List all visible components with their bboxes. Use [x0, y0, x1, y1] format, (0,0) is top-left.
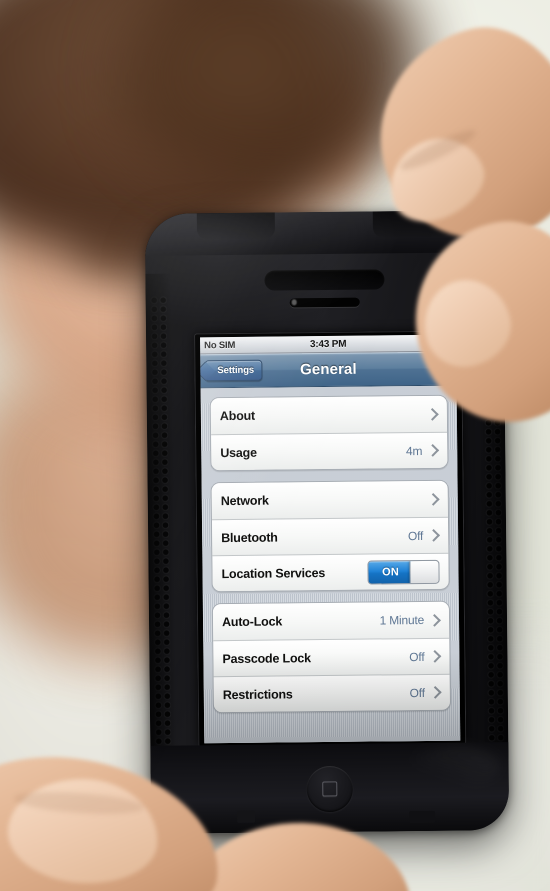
screen-bezel: No SIM 3:43 PM Settings General About Us… — [194, 330, 467, 748]
row-accessory — [422, 407, 439, 421]
settings-group-security: Auto-Lock 1 Minute Passcode Lock Off Res… — [211, 600, 451, 714]
navigation-bar: Settings General — [200, 351, 457, 389]
row-bluetooth[interactable]: Bluetooth Off — [211, 516, 449, 556]
phone-screen: No SIM 3:43 PM Settings General About Us… — [200, 334, 461, 744]
row-value: Off — [409, 649, 425, 664]
row-accessory: Off — [407, 528, 441, 543]
case-notch-left — [196, 212, 276, 240]
row-accessory: 1 Minute — [379, 612, 441, 628]
row-usage[interactable]: Usage 4m — [211, 431, 448, 471]
chevron-right-icon — [428, 613, 441, 627]
row-label: Network — [220, 493, 269, 509]
earpiece-speaker-icon — [289, 297, 360, 308]
settings-group-connectivity: Network Bluetooth Off Location Services … — [210, 479, 450, 593]
case-bottom — [150, 742, 510, 834]
toggle-knob[interactable] — [409, 560, 439, 583]
earpiece-cutout — [264, 269, 385, 291]
chevron-right-icon — [427, 529, 441, 542]
case-edge-shadow-left — [145, 273, 177, 774]
row-auto-lock[interactable]: Auto-Lock 1 Minute — [212, 601, 450, 641]
row-location-services[interactable]: Location Services ON — [212, 552, 449, 592]
row-passcode-lock[interactable]: Passcode Lock Off — [213, 637, 450, 677]
home-square-icon — [322, 781, 338, 797]
row-value: Off — [409, 685, 425, 700]
row-restrictions[interactable]: Restrictions Off — [213, 673, 450, 713]
photo-scene: No SIM 3:43 PM Settings General About Us… — [0, 0, 550, 891]
settings-group-info: About Usage 4m — [209, 394, 449, 472]
row-accessory: Off — [409, 649, 442, 664]
row-label: Bluetooth — [221, 530, 278, 545]
chevron-right-icon — [428, 650, 442, 663]
row-value: Off — [407, 528, 424, 543]
row-accessory: 4m — [405, 443, 440, 458]
row-about[interactable]: About — [210, 395, 448, 435]
back-button-label: Settings — [217, 364, 255, 377]
case-bottom-nub-left — [237, 810, 256, 823]
row-value: 1 Minute — [379, 612, 425, 628]
row-accessory — [423, 492, 440, 506]
case-bottom-highlight — [408, 746, 499, 788]
chevron-right-icon — [426, 492, 440, 506]
page-title: General — [300, 360, 357, 379]
location-services-toggle[interactable]: ON — [367, 559, 440, 585]
back-button-settings[interactable]: Settings — [205, 359, 263, 382]
case-bottom-nub-right — [409, 810, 436, 824]
chevron-right-icon — [428, 686, 442, 699]
toggle-on-segment: ON — [368, 560, 413, 584]
row-label: Restrictions — [222, 686, 293, 702]
row-label: Usage — [220, 445, 257, 460]
toggle-state-label: ON — [382, 565, 400, 578]
row-network[interactable]: Network — [211, 480, 448, 520]
home-button[interactable] — [306, 765, 354, 813]
row-value: 4m — [405, 443, 423, 458]
row-label: About — [219, 408, 256, 424]
row-label: Location Services — [221, 565, 326, 581]
chevron-right-icon — [426, 444, 440, 457]
settings-table-view[interactable]: About Usage 4m Network Bluetooth Off Loc… — [200, 385, 461, 744]
row-label: Auto-Lock — [221, 614, 283, 630]
row-accessory: Off — [409, 685, 442, 700]
chevron-right-icon — [426, 407, 439, 421]
row-label: Passcode Lock — [222, 650, 311, 666]
